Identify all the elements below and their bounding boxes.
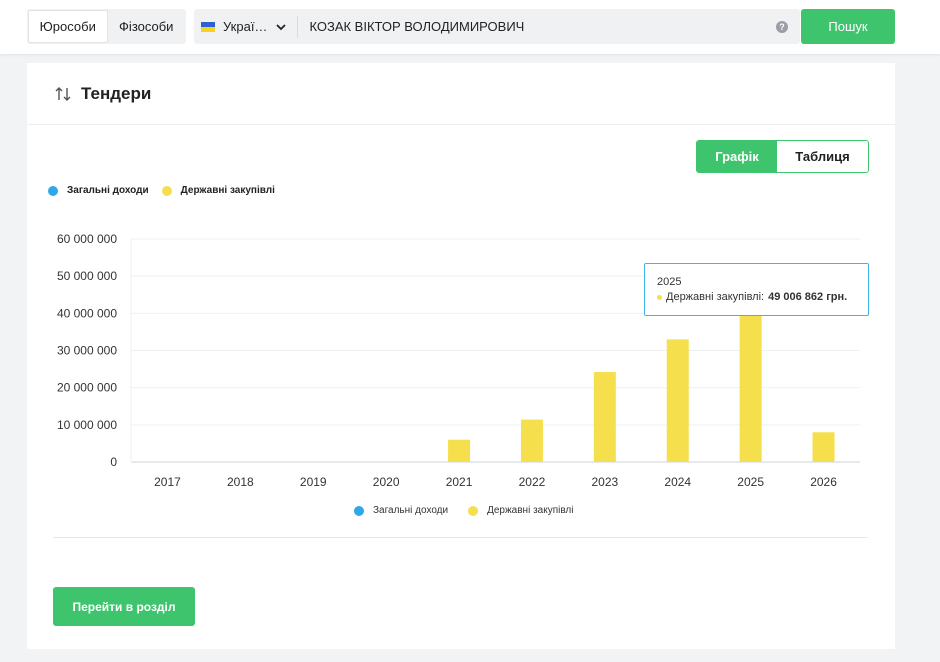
chart-tooltip: 2025 Державні закупівлі: 49 006 862 грн. [644,263,869,316]
tooltip-dot [657,294,662,300]
tooltip-row: Державні закупівлі: 49 006 862 грн. [657,291,856,303]
x-tick-label: 2024 [664,475,691,489]
tab-individuals[interactable]: Фізособи [108,10,186,43]
y-tick-label: 10 000 000 [57,418,117,432]
y-tick-label: 40 000 000 [57,306,117,320]
bar [520,419,543,462]
y-tick-label: 60 000 000 [57,232,117,246]
tooltip-value: 49 006 862 грн. [768,291,848,303]
top-bar: Юрособи Фізособи Украї… ? Пошук [0,0,940,54]
tab-legal-entities[interactable]: Юрособи [28,10,108,43]
x-tick-label: 2026 [810,475,837,489]
x-tick-label: 2023 [591,475,618,489]
search-input[interactable] [298,19,776,34]
x-tick-label: 2020 [373,475,400,489]
y-tick-label: 50 000 000 [57,269,117,283]
tooltip-year: 2025 [657,276,682,288]
country-label: Украї… [223,19,268,34]
help-icon[interactable]: ? [776,20,788,33]
tooltip-label: Державні закупівлі: [666,291,765,303]
ukraine-flag-icon [201,21,215,32]
x-tick-label: 2022 [519,475,546,489]
tenders-card: Тендери Графік Таблиця Загальні доходи Д… [27,63,895,649]
legend-bottom-label-public-procurement: Державні закупівлі [487,505,574,516]
bar [593,372,616,462]
country-select[interactable]: Украї… [194,15,299,38]
entity-type-tabs: Юрособи Фізособи [27,9,186,44]
y-tick-label: 30 000 000 [57,344,117,358]
legend-bottom-dot-public-procurement [468,505,479,516]
bar [666,339,689,462]
y-tick-label: 0 [110,455,117,469]
y-tick-label: 20 000 000 [57,381,117,395]
x-tick-label: 2019 [300,475,327,489]
bar [812,432,835,462]
legend-bottom-item-total-income[interactable]: Загальні доходи [354,505,448,516]
x-tick-label: 2017 [154,475,181,489]
chevron-down-icon [276,23,287,30]
x-tick-label: 2025 [737,475,764,489]
bar [448,439,471,462]
go-to-section-button[interactable]: Перейти в розділ [53,587,195,626]
legend-bottom-item-public-procurement[interactable]: Державні закупівлі [468,505,574,516]
search-button[interactable]: Пошук [801,9,895,44]
legend-bottom-dot-total-income [354,505,364,516]
legend-bottom-label-total-income: Загальні доходи [373,505,449,516]
x-tick-label: 2021 [446,475,473,489]
divider [53,537,868,538]
search-bar: Украї… ? [194,9,800,44]
legend-bottom: Загальні доходи Державні закупівлі [354,505,594,516]
x-tick-label: 2018 [227,475,254,489]
